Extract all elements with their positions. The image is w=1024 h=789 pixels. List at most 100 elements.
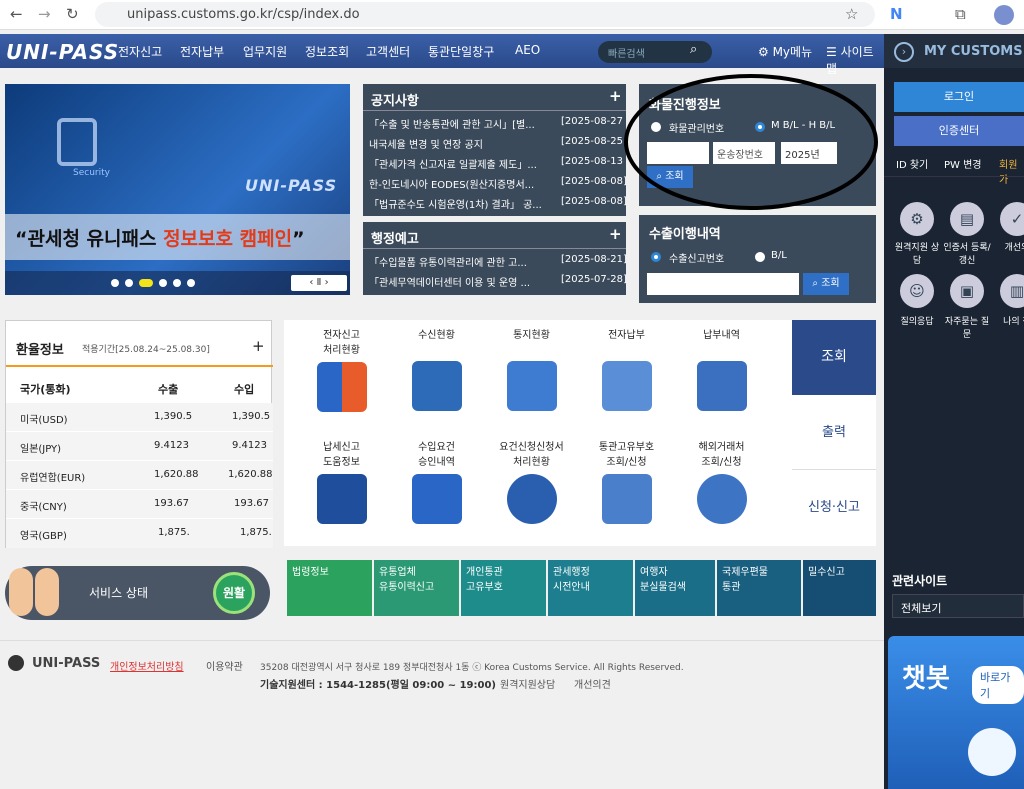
tile-label: 수신현황 [418,330,455,341]
faq-icon[interactable]: ▣ [950,274,984,308]
chatbot-go-button[interactable]: 바로가기 [972,666,1024,704]
chevron-right-icon[interactable]: › [894,42,914,62]
notice-date: [2025-08-13 [561,156,624,167]
band-label: 여행자 [640,567,668,578]
remote-support-icon[interactable]: ⚙ [900,202,934,236]
nav-item-edeclare[interactable]: 전자신고 [118,43,162,60]
laptop-mail-icon [411,361,462,411]
certificate-icon[interactable]: ▤ [950,202,984,236]
annotation-circle [624,74,878,210]
band-law-info[interactable]: 법령정보 [287,560,372,616]
id-find-link[interactable]: ID 찾기 [896,156,928,171]
band-label: 관세행정 [553,567,590,578]
terms-link[interactable]: 이용약관 [206,658,243,673]
related-sites-select[interactable]: 전체보기 [892,594,1024,618]
site-logo[interactable]: UNI-PASS [6,40,119,64]
cert-center-button[interactable]: 인증센터 [894,116,1024,146]
tile-requirement-status[interactable]: 요건신청신청서 처리현황 [484,438,579,550]
admin-notice-item[interactable]: 「관세무역데이터센터 이용 및 운영 ... [369,274,554,289]
plus-icon[interactable]: + [609,225,622,243]
tab-print[interactable]: 출력 [792,395,876,470]
privacy-link[interactable]: 개인정보처리방침 [110,658,184,673]
tile-edeclare-status[interactable]: 전자신고 처리현황 [294,326,389,438]
mymenu-link[interactable]: ⚙ My메뉴 [758,43,812,60]
admin-notice-date: [2025-08-21] [561,254,627,265]
slide-dot[interactable] [159,279,167,287]
slide-dot[interactable] [111,279,119,287]
tab-apply[interactable]: 신청·신고 [792,470,876,546]
notice-item[interactable]: 「법규준수도 시험운영(1차) 결과」 공... [369,196,554,211]
globe-search-icon [696,474,747,524]
band-lost-items[interactable]: 여행자분실물검색 [635,560,715,616]
table-row: 미국(USD) 1,390.5 1,390.5 [6,403,273,432]
band-label-2: 분실물검색 [640,582,686,593]
tile-notice-status[interactable]: 통지현황 [484,326,579,438]
reload-icon[interactable]: ↻ [66,5,79,23]
slide-dot[interactable] [173,279,181,287]
improve-icon[interactable]: ✓ [1000,202,1024,236]
forward-icon[interactable]: → [38,5,51,23]
slide-dot[interactable] [187,279,195,287]
tile-overseas-partner[interactable]: 해외거래처 조회/신청 [674,438,769,550]
plus-icon[interactable]: + [252,337,265,355]
tile-epay[interactable]: 전자납부 [579,326,674,438]
nav-item-customer[interactable]: 고객센터 [366,43,410,60]
pw-change-link[interactable]: PW 변경 [944,156,982,171]
address-bar[interactable]: unipass.customs.go.kr/csp/index.do [95,2,875,27]
exchange-title: 환율정보 [16,343,64,358]
improve-label: 개선의 [1004,243,1024,253]
table-row: 유럽연합(EUR) 1,620.88 1,620.88 [6,461,273,490]
qna-icon[interactable]: ☺ [900,274,934,308]
footer-logo: UNI-PASS [32,656,101,671]
band-intl-mail[interactable]: 국제우편물 통관 [717,560,801,616]
tile-customs-code[interactable]: 통관고유부호 조회/신청 [579,438,674,550]
atm-icon [601,361,652,411]
radio-export-no[interactable] [651,252,661,262]
band-label: 밀수신고 [808,567,845,578]
join-link[interactable]: 회원가 [999,156,1024,186]
notice-item[interactable]: 「수출 및 반송통관에 관한 고시」[별... [369,116,554,131]
notice-item[interactable]: 「관세가격 신고자료 일괄제출 제도」... [369,156,554,171]
improvement-link[interactable]: 개선의견 [574,676,611,691]
banner-caption: “관세청 유니패스 정보보호 캠페인” [15,228,305,250]
footer-address: 35208 대전광역시 서구 청사로 189 정부대전청사 1동 ⓒ Korea… [260,663,684,673]
extension-icon[interactable]: N [890,5,903,23]
tile-payment-history[interactable]: 납부내역 [674,326,769,438]
puzzle-icon[interactable]: ⧉ [955,5,966,23]
tile-receive-status[interactable]: 수신현황 [389,326,484,438]
campaign-banner[interactable]: Security UNI-PASS “관세청 유니패스 정보보호 캠페인” ‹ … [5,84,350,295]
tile-import-approval[interactable]: 수입요건 승인내역 [389,438,484,550]
slide-controls[interactable]: ‹ Ⅱ › [291,275,347,291]
notice-item[interactable]: 내국세율 변경 및 연장 공지 [369,136,554,151]
radio-bl[interactable] [755,252,765,262]
nav-item-support[interactable]: 업무지원 [243,43,287,60]
slide-dot-active[interactable] [139,279,153,287]
support-center: 기술지원센터 : 1544-1285(평일 09:00 ~ 19:00) [260,680,497,691]
my-chat-icon[interactable]: ▥ [1000,274,1024,308]
nav-item-single-window[interactable]: 통관단일창구 [428,43,494,60]
nav-item-aeo[interactable]: AEO [515,43,540,57]
band-admin-guide[interactable]: 관세행정 시전안내 [548,560,633,616]
tile-tax-help[interactable]: 납세신고 도움정보 [294,438,389,550]
nav-item-epay[interactable]: 전자납부 [180,43,224,60]
search-icon[interactable]: ⌕ [690,42,697,57]
band-smuggling-report[interactable]: 밀수신고 [803,560,876,616]
notice-item[interactable]: 한-인도네시아 EODES(원산지증명서... [369,176,554,191]
back-icon[interactable]: ← [10,5,23,23]
admin-notice-item[interactable]: 「수입물품 유통이력관리에 관한 고... [369,254,554,269]
band-label-2: 유통이력신고 [379,582,435,593]
profile-avatar[interactable] [994,5,1014,25]
export-number-input[interactable] [647,273,799,295]
nav-item-info[interactable]: 정보조회 [305,43,349,60]
band-distributor[interactable]: 유통업체 유통이력신고 [374,560,459,616]
notice-date: [2025-08-27 [561,116,624,127]
band-personal-code[interactable]: 개인통관 고유부호 [461,560,546,616]
login-button[interactable]: 로그인 [894,82,1024,112]
export-search-button[interactable]: ⌕ 조회 [803,273,849,295]
remote-support-link[interactable]: 원격지원상담 [500,676,555,691]
slide-dot[interactable] [125,279,133,287]
chatbot-banner[interactable]: 챗봇 바로가기 [888,636,1024,789]
lock-icon [57,118,97,166]
tab-inquiry[interactable]: 조회 [792,320,876,395]
star-icon[interactable]: ☆ [845,5,858,23]
